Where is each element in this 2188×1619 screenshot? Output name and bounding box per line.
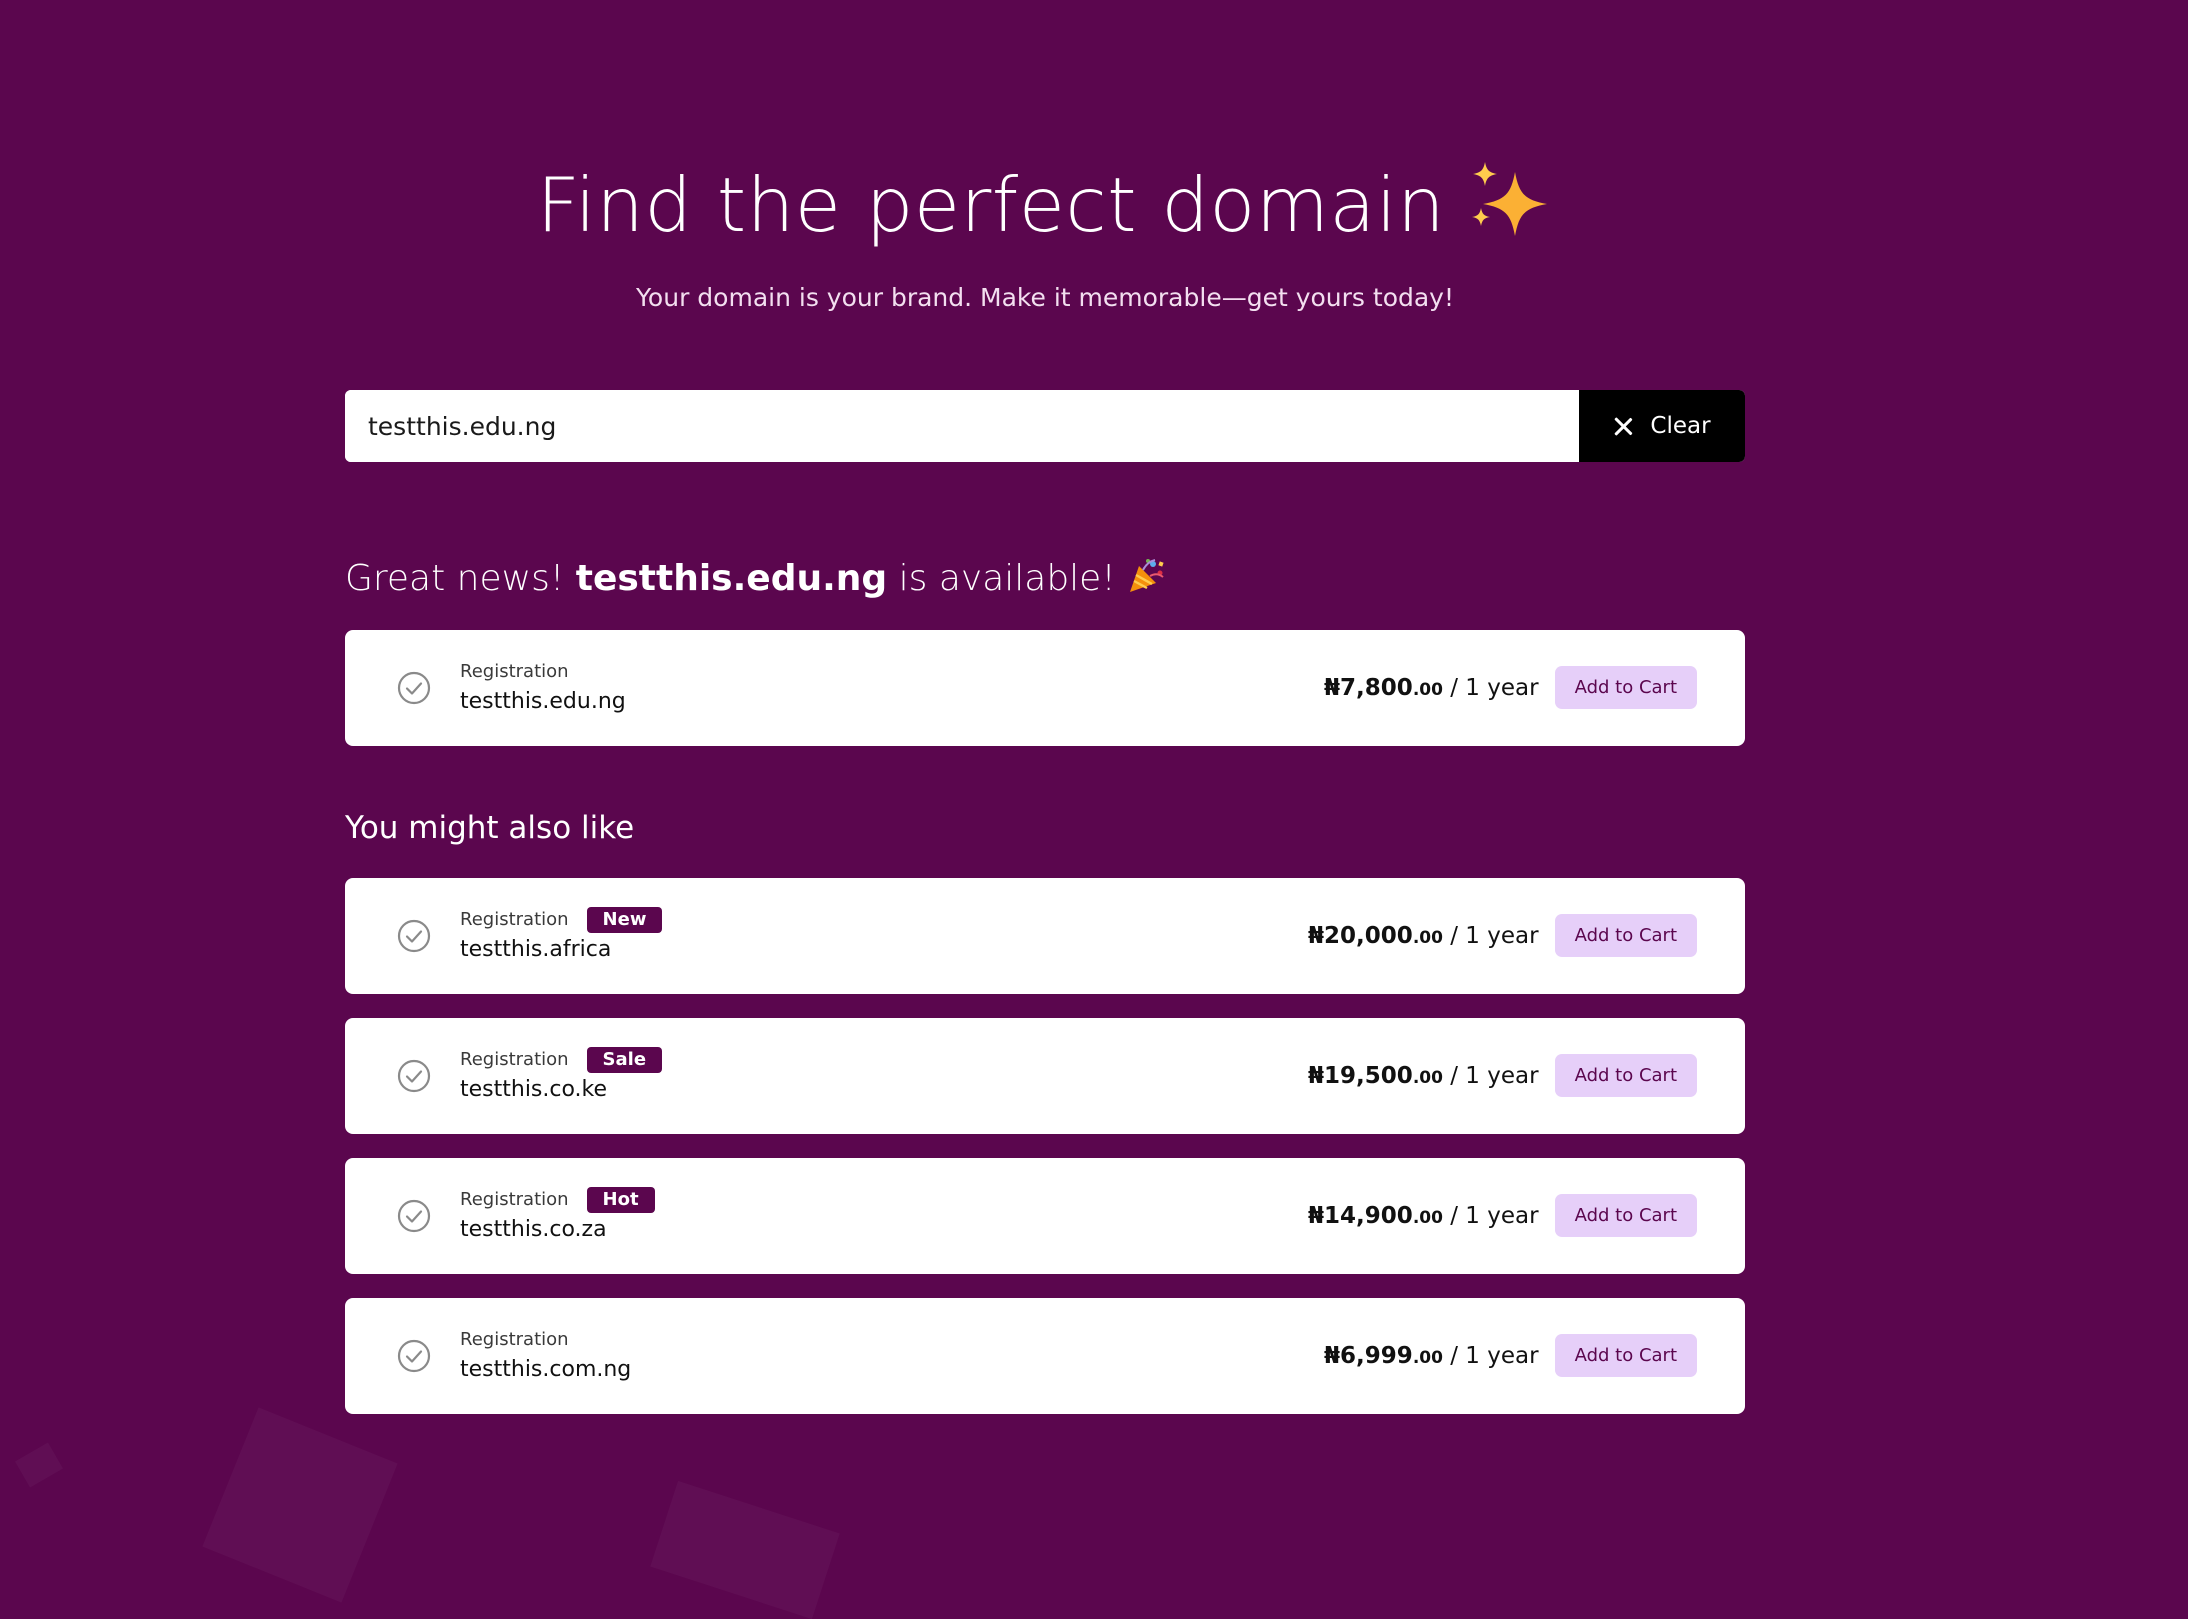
price: ₦20,000.00 / 1 year [1308,923,1539,949]
price-amount: ₦14,900 [1308,1202,1413,1229]
suggestions-title: You might also like [345,810,635,846]
sale-badge: Sale [586,1046,663,1073]
price: ₦19,500.00 / 1 year [1308,1063,1539,1089]
sparkles-icon [1467,162,1553,237]
price-period: / 1 year [1450,1202,1539,1229]
price-cents: .00 [1412,927,1443,948]
price-cents: .00 [1412,679,1443,700]
price-period: / 1 year [1450,674,1539,701]
decorative-confetti [202,1407,397,1602]
domain-name: testthis.com.ng [460,1357,632,1382]
price-area: ₦20,000.00 / 1 year Add to Cart [1308,914,1697,957]
price: ₦7,800.00 / 1 year [1324,675,1539,701]
decorative-confetti [15,1443,63,1488]
clear-button[interactable]: Clear [1579,390,1745,462]
registration-label: Registration [460,909,569,930]
price-period: / 1 year [1450,1342,1539,1369]
domain-info: Registration testthis.com.ng [460,1326,631,1382]
suggestion-card: Registration testthis.com.ng ₦6,999.00 /… [345,1298,1745,1414]
price-area: ₦6,999.00 / 1 year Add to Cart [1324,1334,1697,1377]
price-amount: ₦19,500 [1308,1062,1413,1089]
price-cents: .00 [1412,1067,1443,1088]
add-to-cart-button[interactable]: Add to Cart [1554,1054,1697,1097]
domain-name: testthis.co.za [460,1217,607,1242]
decorative-confetti [650,1481,839,1619]
check-circle-icon [397,1339,431,1373]
check-circle-icon [397,919,431,953]
registration-label: Registration [460,1049,569,1070]
availability-domain: testthis.edu.ng [575,558,888,599]
page-subtitle: Your domain is your brand. Make it memor… [635,283,1454,312]
party-popper-icon [1126,558,1166,594]
close-icon [1614,417,1632,435]
check-circle-icon [397,1199,431,1233]
price-period: / 1 year [1450,1062,1539,1089]
price: ₦6,999.00 / 1 year [1324,1343,1539,1369]
check-circle-icon [397,671,431,705]
price-amount: ₦6,999 [1324,1342,1413,1369]
registration-label: Registration [460,661,569,682]
availability-suffix: is available! [898,558,1116,599]
suggestion-card: Registration Hot testthis.co.za ₦14,900.0… [345,1158,1745,1274]
price: ₦14,900.00 / 1 year [1308,1203,1539,1229]
price-cents: .00 [1412,1347,1443,1368]
registration-label: Registration [460,1329,569,1350]
available-domain-card: Registration testthis.edu.ng ₦7,800.00 /… [345,630,1745,746]
page-title: Find the perfect domain [345,162,1745,243]
price-area: ₦14,900.00 / 1 year Add to Cart [1308,1194,1697,1237]
price-amount: ₦7,800 [1324,674,1413,701]
clear-button-label: Clear [1650,413,1711,439]
add-to-cart-button[interactable]: Add to Cart [1554,1334,1697,1377]
price-period: / 1 year [1450,922,1539,949]
add-to-cart-button[interactable]: Add to Cart [1554,914,1697,957]
domain-search-bar: Clear [345,390,1745,462]
price-amount: ₦20,000 [1308,922,1413,949]
suggestion-card: Registration New testthis.africa ₦20,000.… [345,878,1745,994]
new-badge: New [586,906,663,933]
price-area: ₦19,500.00 / 1 year Add to Cart [1308,1054,1697,1097]
price-area: ₦7,800.00 / 1 year Add to Cart [1324,666,1697,709]
check-circle-icon [397,1059,431,1093]
price-cents: .00 [1412,1207,1443,1228]
availability-heading: Great news! testthis.edu.ng is available… [345,558,1166,599]
domain-name: testthis.edu.ng [460,689,626,714]
domain-info: Registration New testthis.africa [460,906,663,962]
domain-name: testthis.co.ke [460,1077,608,1102]
domain-info: Registration Hot testthis.co.za [460,1186,655,1242]
domain-search-input[interactable] [345,390,1579,462]
add-to-cart-button[interactable]: Add to Cart [1554,1194,1697,1237]
domain-info: Registration Sale testthis.co.ke [460,1046,663,1102]
suggestion-card: Registration Sale testthis.co.ke ₦19,500.… [345,1018,1745,1134]
add-to-cart-button[interactable]: Add to Cart [1554,666,1697,709]
page-title-text: Find the perfect domain [536,161,1446,249]
availability-prefix: Great news! [345,558,565,599]
domain-info: Registration testthis.edu.ng [460,658,626,714]
registration-label: Registration [460,1189,569,1210]
hot-badge: Hot [586,1186,655,1213]
domain-name: testthis.africa [460,937,612,962]
